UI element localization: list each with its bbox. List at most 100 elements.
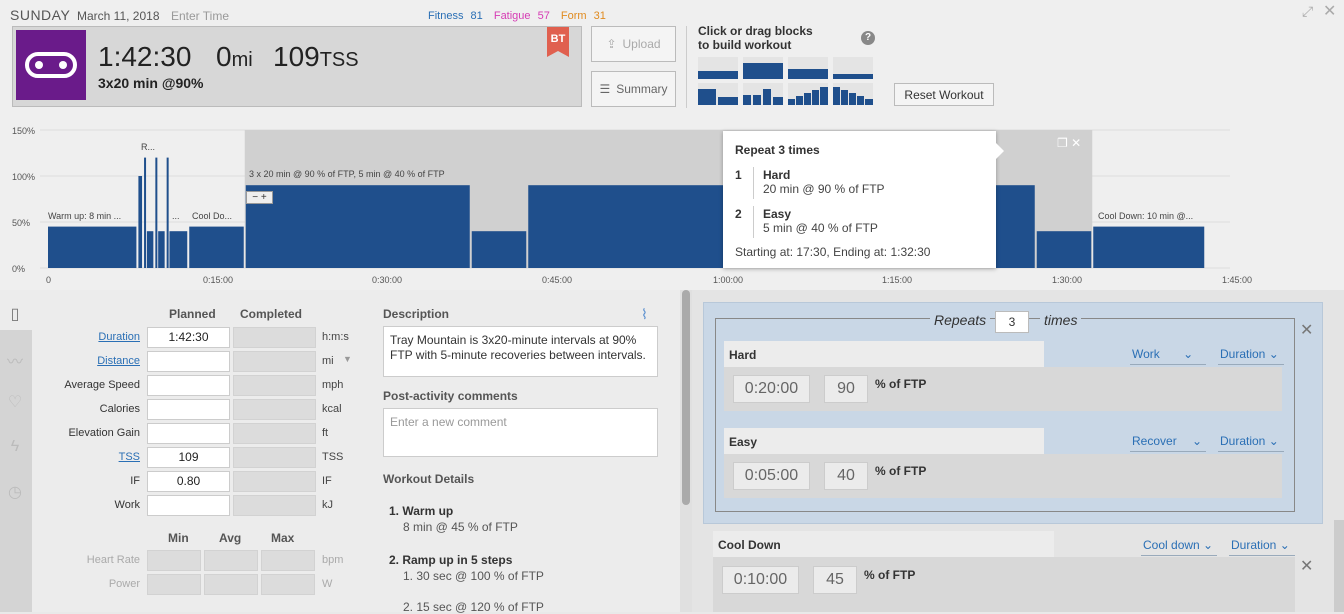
- scrollbar[interactable]: [680, 290, 692, 612]
- workout-interval-bar[interactable]: [1036, 231, 1092, 268]
- upload-button[interactable]: ⇪ Upload: [591, 26, 676, 62]
- workout-interval-bar[interactable]: [138, 176, 143, 268]
- planned-field[interactable]: 0.80: [147, 471, 230, 492]
- workout-interval-bar[interactable]: [169, 231, 188, 268]
- step-name[interactable]: Cool Down: [713, 531, 1054, 557]
- step-type-dropdown[interactable]: Recover ⌄: [1132, 434, 1202, 448]
- hr-avg-field[interactable]: [204, 550, 258, 571]
- comment-input[interactable]: Enter a new comment: [383, 408, 658, 457]
- reset-workout-button[interactable]: Reset Workout: [894, 83, 994, 106]
- scroll-thumb[interactable]: [682, 290, 690, 505]
- lightning-icon[interactable]: ϟ: [6, 438, 24, 456]
- popup-step-number: 2: [735, 207, 742, 221]
- heart-icon[interactable]: ♡: [6, 392, 24, 411]
- x-tick: 0:15:00: [203, 275, 234, 285]
- power-max-field[interactable]: [261, 574, 315, 595]
- remove-repeat-icon[interactable]: ✕: [1300, 320, 1313, 340]
- planned-field[interactable]: [147, 423, 230, 444]
- zoom-controls[interactable]: − +: [246, 191, 273, 204]
- completed-field[interactable]: [233, 471, 316, 492]
- completed-field[interactable]: [233, 375, 316, 396]
- workout-interval-bar[interactable]: [528, 185, 753, 268]
- step-body: [713, 557, 1295, 612]
- completed-field[interactable]: [233, 423, 316, 444]
- completed-field[interactable]: [233, 327, 316, 348]
- builder-instructions: Click or drag blocks to build workout: [698, 24, 813, 52]
- planned-field[interactable]: 1:42:30: [147, 327, 230, 348]
- workout-interval-bar[interactable]: [144, 157, 147, 268]
- workout-interval-bar[interactable]: [245, 185, 470, 268]
- duration-type-dropdown[interactable]: Duration ⌄: [1220, 434, 1279, 448]
- completed-field[interactable]: [233, 495, 316, 516]
- stat-label[interactable]: TSS: [32, 451, 140, 463]
- clock-icon[interactable]: ◷: [6, 482, 24, 501]
- repeats-input[interactable]: 3: [995, 311, 1029, 333]
- block-ramp-up[interactable]: [788, 83, 828, 105]
- step-intensity-input[interactable]: 45: [813, 566, 857, 594]
- planned-field[interactable]: 109: [147, 447, 230, 468]
- workout-interval-bar[interactable]: [146, 231, 154, 268]
- block-steady[interactable]: [698, 57, 738, 79]
- segment-label: Cool Do...: [192, 211, 233, 221]
- help-icon[interactable]: ?: [861, 31, 875, 45]
- expand-icon[interactable]: ⤢: [1302, 3, 1313, 20]
- stat-unit: IF: [322, 475, 332, 487]
- step-duration-input[interactable]: 0:20:00: [733, 375, 810, 403]
- power-avg-field[interactable]: [204, 574, 258, 595]
- planned-field[interactable]: [147, 351, 230, 372]
- block-warmup[interactable]: [743, 57, 783, 79]
- planned-field[interactable]: [147, 399, 230, 420]
- workout-interval-bar[interactable]: [471, 231, 527, 268]
- step-intensity-input[interactable]: 40: [824, 462, 868, 490]
- workout-interval-bar[interactable]: [1093, 226, 1205, 268]
- bt-badge[interactable]: BT: [547, 27, 569, 57]
- planned-field[interactable]: [147, 375, 230, 396]
- stat-unit: mi: [322, 355, 334, 367]
- graph-icon[interactable]: 〰: [6, 348, 24, 371]
- workout-title: 3x20 min @90%: [98, 75, 204, 91]
- completed-field[interactable]: [233, 399, 316, 420]
- hr-min-field[interactable]: [147, 550, 201, 571]
- step-type-dropdown[interactable]: Work ⌄: [1132, 347, 1193, 361]
- block-cooldown[interactable]: [788, 57, 828, 79]
- stat-label: Average Speed: [64, 379, 140, 391]
- step-name[interactable]: Hard: [724, 341, 1044, 367]
- step-intensity-input[interactable]: 90: [824, 375, 868, 403]
- planned-field[interactable]: [147, 495, 230, 516]
- distance-unit-dropdown-icon[interactable]: ▼: [343, 354, 352, 364]
- duration-type-dropdown[interactable]: Duration ⌄: [1231, 538, 1290, 552]
- completed-field[interactable]: [233, 447, 316, 468]
- workout-interval-bar[interactable]: [166, 157, 169, 268]
- block-repeat[interactable]: [743, 83, 783, 105]
- step-duration-input[interactable]: 0:10:00: [722, 566, 799, 594]
- stat-unit: TSS: [322, 451, 344, 463]
- block-rest[interactable]: [833, 57, 873, 79]
- segment-label: ...: [172, 211, 180, 221]
- detail-step: 1. Warm up: [389, 504, 454, 518]
- document-icon[interactable]: ▯: [6, 304, 24, 323]
- duration-type-dropdown[interactable]: Duration ⌄: [1220, 347, 1279, 361]
- block-interval[interactable]: [698, 83, 738, 105]
- max-header: Max: [271, 531, 295, 545]
- step-duration-input[interactable]: 0:05:00: [733, 462, 810, 490]
- hr-max-field[interactable]: [261, 550, 315, 571]
- enter-time-field[interactable]: Enter Time: [171, 9, 229, 23]
- summary-button[interactable]: ☰ Summary: [591, 71, 676, 107]
- stat-label[interactable]: Duration: [32, 331, 140, 343]
- stat-label[interactable]: Distance: [32, 355, 140, 367]
- remove-step-icon[interactable]: ✕: [1300, 556, 1313, 576]
- completed-field[interactable]: [233, 351, 316, 372]
- block-ramp-down[interactable]: [833, 83, 873, 105]
- power-min-field[interactable]: [147, 574, 201, 595]
- editor-scrollbar[interactable]: [1334, 520, 1344, 612]
- step-name[interactable]: Easy: [724, 428, 1044, 454]
- description-text[interactable]: Tray Mountain is 3x20-minute intervals a…: [383, 326, 658, 377]
- workout-interval-bar[interactable]: [189, 226, 244, 268]
- step-type-dropdown[interactable]: Cool down ⌄: [1143, 538, 1213, 552]
- workout-interval-bar[interactable]: [155, 157, 158, 268]
- workout-interval-bar[interactable]: [48, 226, 137, 268]
- workout-interval-bar[interactable]: [158, 231, 165, 268]
- popup-window-icon[interactable]: ❐ ✕: [1057, 136, 1081, 150]
- attachment-icon[interactable]: ⌇: [641, 306, 648, 323]
- close-icon[interactable]: ✕: [1323, 1, 1336, 21]
